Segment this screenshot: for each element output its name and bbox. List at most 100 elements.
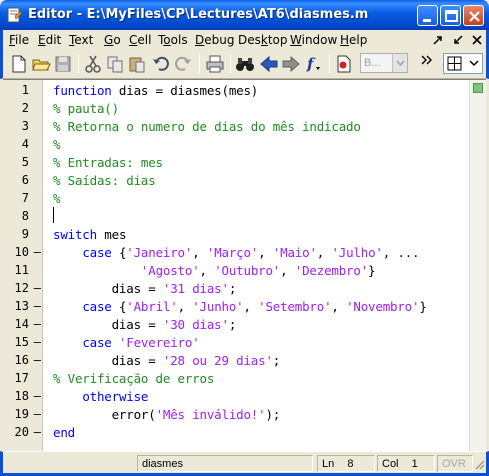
breakpoint-marker[interactable]: – — [34, 281, 41, 295]
new-file-icon[interactable] — [9, 54, 29, 74]
copy-icon[interactable] — [105, 54, 125, 74]
title-bar[interactable]: Editor - E:\MyFiles\CP\Lectures\AT6\dias… — [0, 0, 489, 30]
line-number-row[interactable]: 10– — [3, 244, 43, 262]
menu-help[interactable]: Help — [340, 33, 367, 47]
menu-text[interactable]: Text — [69, 33, 93, 47]
string-token: 'Novembro' — [346, 299, 420, 314]
breakpoint-marker[interactable]: – — [34, 335, 41, 349]
code-line[interactable]: dias = '28 ou 29 dias'; — [53, 352, 281, 370]
line-number-row[interactable]: 12– — [3, 280, 43, 298]
code-line[interactable]: dias = '30 dias'; — [53, 316, 237, 334]
toolbar-separator — [329, 55, 330, 73]
chevron-down-icon[interactable] — [392, 54, 407, 72]
code-line[interactable]: otherwise — [53, 388, 148, 406]
status-column-label: Col — [382, 458, 399, 470]
function-icon[interactable]: f — [303, 54, 323, 74]
minimize-button[interactable] — [417, 5, 438, 26]
breakpoint-marker[interactable]: – — [34, 425, 41, 439]
maximize-button[interactable] — [440, 5, 461, 26]
open-folder-icon[interactable] — [31, 54, 51, 74]
string-token: 'Junho' — [192, 299, 244, 314]
line-number-row[interactable]: 19– — [3, 406, 43, 424]
menu-cell[interactable]: Cell — [129, 33, 151, 47]
breakpoint-marker[interactable]: – — [34, 353, 41, 367]
resize-grip-icon[interactable] — [473, 458, 485, 470]
code-area[interactable]: function dias = diasmes(mes)% pauta()% R… — [43, 80, 469, 452]
find-icon[interactable] — [235, 54, 255, 74]
back-icon[interactable] — [259, 54, 279, 74]
line-number-row[interactable]: 15– — [3, 334, 43, 352]
line-number-row[interactable]: 18– — [3, 388, 43, 406]
font-combo[interactable]: B... — [360, 53, 408, 73]
code-line[interactable]: % Retorna o numero de dias do mês indica… — [53, 118, 361, 136]
line-number-row[interactable]: 6 — [3, 172, 43, 190]
breakpoint-marker[interactable]: – — [34, 389, 41, 403]
redo-icon[interactable] — [173, 54, 193, 74]
breakpoint-marker[interactable]: – — [34, 407, 41, 421]
forward-icon[interactable] — [281, 54, 301, 74]
save-icon[interactable] — [53, 54, 73, 74]
line-number-row[interactable]: 2 — [3, 100, 43, 118]
line-number-row[interactable]: 16– — [3, 352, 43, 370]
code-line[interactable]: 'Agosto', 'Outubro', 'Dezembro'} — [53, 262, 376, 280]
code-line[interactable]: switch mes — [53, 226, 126, 244]
breakpoint-marker[interactable]: – — [34, 245, 41, 259]
string-token: 'Outubro' — [214, 263, 281, 278]
layout-selector[interactable] — [443, 53, 483, 74]
line-number-row[interactable]: 3 — [3, 118, 43, 136]
line-number-row[interactable]: 11 — [3, 262, 43, 280]
menu-debug[interactable]: Debug — [195, 33, 234, 47]
code-line[interactable]: case {'Janeiro', 'Março', 'Maio', 'Julho… — [53, 244, 419, 262]
undock-icon[interactable] — [432, 34, 444, 46]
menu-window[interactable]: Window — [290, 33, 337, 47]
code-analyzer-status-indicator[interactable] — [473, 83, 483, 93]
code-line[interactable]: % — [53, 136, 61, 154]
line-number-row[interactable]: 1 — [3, 82, 43, 100]
undo-icon[interactable] — [151, 54, 171, 74]
line-number-row[interactable]: 7 — [3, 190, 43, 208]
breakpoint-icon[interactable] — [334, 54, 354, 74]
breakpoint-marker[interactable]: – — [34, 299, 41, 313]
code-line[interactable]: dias = '31 dias'; — [53, 280, 237, 298]
code-line[interactable]: % Saídas: dias — [53, 172, 156, 190]
line-number-row[interactable]: 9 — [3, 226, 43, 244]
toolbar-separator — [230, 55, 231, 73]
code-token: , — [382, 245, 398, 260]
menu-tools[interactable]: Tools — [158, 33, 188, 47]
line-number-row[interactable]: 5 — [3, 154, 43, 172]
code-line[interactable]: function dias = diasmes(mes) — [53, 82, 258, 100]
code-editor[interactable]: 1 2 3 4 5 6 7 8 9 10–11 12–13–14–15–16–17 18–19–20–… — [3, 79, 486, 452]
close-document-icon[interactable] — [471, 34, 483, 46]
code-line[interactable]: % Entradas: mes — [53, 154, 163, 172]
code-line[interactable]: % Verificação de erros — [53, 370, 214, 388]
vertical-scrollbar[interactable] — [469, 80, 486, 452]
close-button[interactable] — [463, 5, 484, 26]
code-line[interactable]: case {'Abril', 'Junho', 'Setembro', 'Nov… — [53, 298, 427, 316]
cut-icon[interactable] — [83, 54, 103, 74]
string-token: 'Maio' — [272, 245, 317, 260]
line-number-row[interactable]: 4 — [3, 136, 43, 154]
menu-edit[interactable]: Edit — [38, 33, 61, 47]
code-token: , — [199, 263, 215, 278]
breakpoint-marker[interactable]: – — [34, 317, 41, 331]
paste-icon[interactable] — [127, 54, 147, 74]
keyword-token: case — [82, 335, 112, 350]
menu-file[interactable]: File — [9, 33, 29, 47]
line-number-row[interactable]: 17 — [3, 370, 43, 388]
menu-desktop[interactable]: Desktop — [238, 33, 288, 47]
line-number-row[interactable]: 20– — [3, 424, 43, 442]
line-number-row[interactable]: 13– — [3, 298, 43, 316]
code-line[interactable]: % — [53, 190, 61, 208]
dock-icon[interactable] — [452, 34, 464, 46]
toolbar-overflow-icon[interactable] — [419, 54, 435, 66]
code-line[interactable]: % pauta() — [53, 100, 119, 118]
line-number-gutter[interactable]: 1 2 3 4 5 6 7 8 9 10–11 12–13–14–15–16–17 18–19–20– — [3, 80, 43, 452]
line-number-row[interactable]: 8 — [3, 208, 43, 226]
code-line[interactable]: end — [53, 424, 75, 442]
code-line[interactable]: error('Mês inválido!'); — [53, 406, 281, 424]
code-line[interactable]: case 'Fevereiro' — [53, 334, 199, 352]
keyword-token: case — [82, 245, 112, 260]
print-icon[interactable] — [205, 54, 225, 74]
line-number-row[interactable]: 14– — [3, 316, 43, 334]
menu-go[interactable]: Go — [104, 33, 121, 47]
